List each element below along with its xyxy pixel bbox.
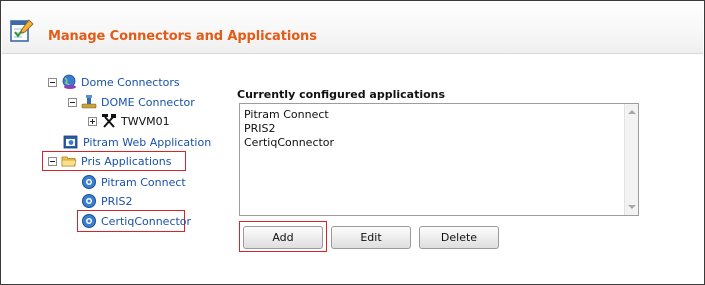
page-title: Manage Connectors and Applications (48, 29, 317, 44)
tree-node-certiqconnector[interactable]: CertiqConnector (81, 212, 191, 230)
tree-label: Pitram Web Application (83, 135, 212, 149)
gear-icon (82, 175, 96, 189)
list-item[interactable]: CertiqConnector (244, 136, 334, 149)
tree-node-pitram-web-application[interactable]: Pitram Web Application (63, 133, 211, 151)
connector-plug-icon (81, 95, 97, 109)
tree-node-pris-applications[interactable]: Pris Applications (48, 152, 171, 170)
tree-label: TWVM01 (121, 114, 170, 128)
tree-node-dome-connector[interactable]: DOME Connector (68, 93, 195, 111)
list-item[interactable]: PRIS2 (244, 122, 276, 135)
page-header: Manage Connectors and Applications (2, 2, 703, 54)
collapse-toggle-icon[interactable] (48, 77, 57, 87)
applications-heading: Currently configured applications (237, 88, 446, 101)
tree-label: Dome Connectors (81, 75, 180, 89)
manage-connectors-window: Manage Connectors and Applications Dome … (0, 0, 705, 285)
delete-button[interactable]: Delete (419, 226, 499, 249)
expand-toggle-icon[interactable] (88, 116, 97, 126)
edit-button[interactable]: Edit (331, 226, 411, 249)
tree-node-twvm01[interactable]: TWVM01 (88, 112, 170, 130)
tree-label: Pitram Connect (101, 175, 186, 189)
applications-listbox[interactable]: Pitram Connect PRIS2 CertiqConnector (239, 103, 639, 216)
tree-label: CertiqConnector (101, 214, 192, 228)
tree-node-pris2[interactable]: PRIS2 (81, 192, 133, 210)
scroll-down-icon[interactable] (628, 205, 636, 209)
scroll-up-icon[interactable] (628, 110, 636, 114)
gear-icon (82, 194, 96, 208)
add-button[interactable]: Add (243, 226, 323, 249)
tree-node-pitram-connect[interactable]: Pitram Connect (81, 173, 186, 191)
list-item[interactable]: Pitram Connect (244, 108, 329, 121)
tree-label: Pris Applications (81, 154, 172, 168)
gear-icon (82, 214, 96, 228)
tree-label: PRIS2 (101, 194, 133, 208)
collapse-toggle-icon[interactable] (68, 97, 77, 107)
web-application-icon (63, 135, 78, 149)
tree-label: DOME Connector (101, 95, 195, 109)
tree-node-dome-connectors[interactable]: Dome Connectors (48, 73, 180, 91)
collapse-toggle-icon[interactable] (48, 156, 57, 166)
vertical-scrollbar[interactable] (624, 104, 638, 215)
folder-icon (61, 156, 77, 167)
globe-connector-icon (62, 74, 76, 89)
tools-icon (102, 114, 116, 128)
checklist-pencil-icon (10, 19, 34, 42)
